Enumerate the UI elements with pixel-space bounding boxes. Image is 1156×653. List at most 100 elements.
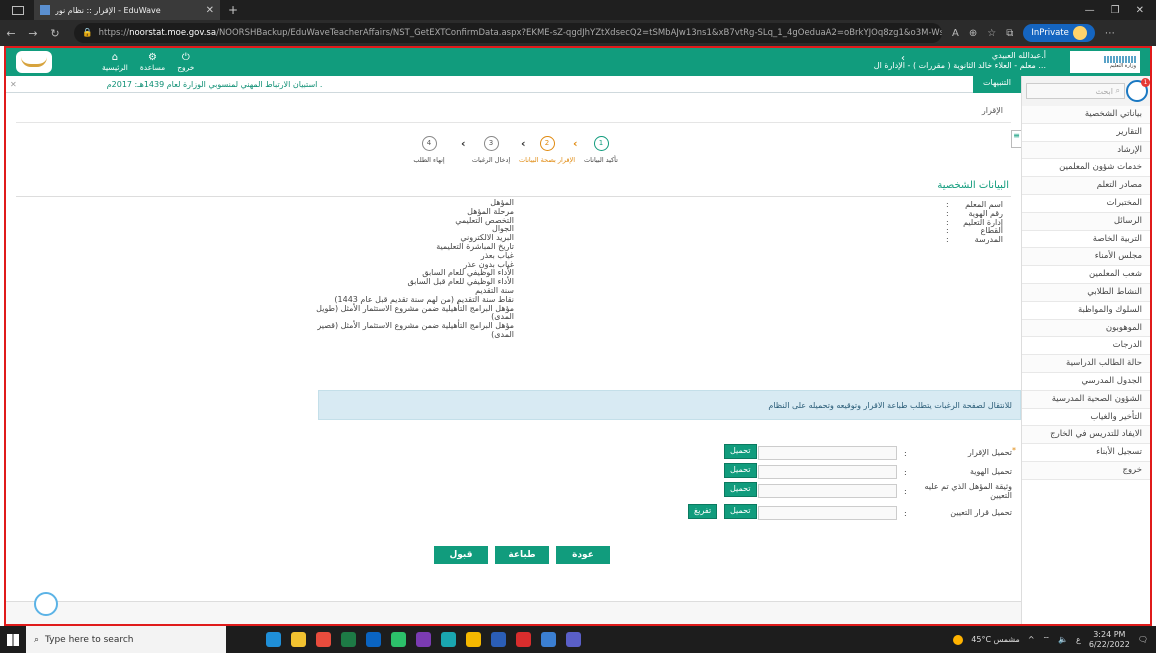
file-input[interactable] bbox=[758, 465, 897, 479]
sticky-notes-icon[interactable] bbox=[466, 632, 481, 647]
sidebar-menu: بياناتي الشخصية التقارير الإرشاد خدمات ش… bbox=[1022, 106, 1150, 480]
teams-app-icon[interactable] bbox=[566, 632, 581, 647]
sidebar-item[interactable]: مصادر التعلم bbox=[1022, 177, 1150, 195]
file-input[interactable] bbox=[758, 506, 897, 520]
sidebar-item[interactable]: المختبرات bbox=[1022, 195, 1150, 213]
new-tab-button[interactable]: + bbox=[228, 3, 238, 17]
upload-row-appointment: تحميل قرار التعيين : تحميل تفريغ bbox=[626, 503, 1016, 522]
collections-icon[interactable]: ⧉ bbox=[1006, 28, 1013, 39]
nav-home-label: الرئيسية bbox=[102, 63, 128, 72]
file-explorer-icon[interactable] bbox=[291, 632, 306, 647]
info-alert: للانتقال لصفحة الرغبات يتطلب طباعة الاقر… bbox=[318, 390, 1021, 420]
menu-toggle-icon[interactable]: ≡ bbox=[1011, 130, 1021, 148]
sidebar-item[interactable]: الدرجات bbox=[1022, 337, 1150, 356]
taskbar: ⌕ Type here to search 45°C مشمس ^ ⌔ 🔈 ع … bbox=[0, 626, 1156, 653]
forward-icon[interactable]: → bbox=[22, 27, 44, 40]
whatsapp-app-icon[interactable] bbox=[391, 632, 406, 647]
close-notification-icon[interactable]: ✕ bbox=[10, 80, 17, 89]
sidebar: ابحث ⌕ 1 بياناتي الشخصية التقارير الإرشا… bbox=[1021, 76, 1150, 624]
notifications-icon[interactable]: 🗨 bbox=[1138, 635, 1148, 644]
outlook-app-icon[interactable] bbox=[366, 632, 381, 647]
network-icon[interactable]: ⌔ bbox=[1043, 635, 1051, 645]
word-app-icon[interactable] bbox=[491, 632, 506, 647]
upload-button[interactable]: تحميل bbox=[724, 444, 757, 459]
taskbar-search[interactable]: ⌕ Type here to search bbox=[26, 626, 226, 653]
tab-actions-icon[interactable] bbox=[12, 5, 24, 15]
back-button[interactable]: عودة bbox=[556, 546, 610, 564]
step-label: إنهاء الطلب bbox=[413, 156, 445, 164]
chrome-app-icon[interactable] bbox=[316, 632, 331, 647]
more-icon[interactable]: ⋯ bbox=[1105, 28, 1115, 39]
print-button[interactable]: طباعة bbox=[495, 546, 549, 564]
sidebar-item[interactable]: تسجيل الأبناء bbox=[1022, 444, 1150, 462]
sidebar-item[interactable]: خروج bbox=[1022, 461, 1150, 480]
sidebar-item[interactable]: بياناتي الشخصية bbox=[1022, 106, 1150, 124]
windows-start-icon[interactable] bbox=[0, 626, 26, 653]
sidebar-item[interactable]: الشؤون الصحية المدرسية bbox=[1022, 390, 1150, 409]
inprivate-badge[interactable]: InPrivate bbox=[1023, 24, 1095, 42]
clock[interactable]: 3:24 PM 6/22/2022 bbox=[1089, 630, 1130, 650]
weather-text[interactable]: 45°C مشمس bbox=[971, 635, 1020, 644]
accept-button[interactable]: قبول bbox=[434, 546, 488, 564]
onenote-app-icon[interactable] bbox=[416, 632, 431, 647]
sidebar-item[interactable]: التأخير والغياب bbox=[1022, 409, 1150, 427]
taskbar-apps bbox=[266, 632, 581, 647]
nav-help[interactable]: ⚙ مساعدة bbox=[140, 52, 165, 72]
nav-home[interactable]: ⌂ الرئيسية bbox=[102, 52, 128, 72]
clock-date: 6/22/2022 bbox=[1088, 639, 1130, 649]
sidebar-item[interactable]: التقارير bbox=[1022, 124, 1150, 142]
app-icon[interactable] bbox=[541, 632, 556, 647]
photos-app-icon[interactable] bbox=[441, 632, 456, 647]
close-tab-icon[interactable]: ✕ bbox=[206, 5, 214, 16]
mascot-icon[interactable] bbox=[34, 592, 58, 616]
address-bar[interactable]: 🔒 https://noorstat.moe.gov.sa/NOORSHBack… bbox=[74, 23, 942, 43]
sidebar-item[interactable]: الموهوبون bbox=[1022, 319, 1150, 338]
sidebar-item[interactable]: الجدول المدرسي bbox=[1022, 373, 1150, 391]
zoom-icon[interactable]: ⊕ bbox=[969, 28, 977, 39]
volume-icon[interactable]: 🔈 bbox=[1058, 635, 1068, 644]
notification-message[interactable]: استبيان الارتباط المهني لمنسوبي الوزارة … bbox=[107, 80, 323, 89]
excel-app-icon[interactable] bbox=[341, 632, 356, 647]
edge-app-icon[interactable] bbox=[266, 632, 281, 647]
nav-logout[interactable]: ⏻ خروج bbox=[177, 52, 194, 72]
system-tray: 45°C مشمس ^ ⌔ 🔈 ع 3:24 PM 6/22/2022 🗨 bbox=[953, 630, 1156, 650]
wizard-steps: 4 إنهاء الطلب ‹ 3 إدخال الرغبات ‹ 2 الإقرار… bbox=[401, 136, 636, 176]
sidebar-item[interactable]: الايفاد للتدريس في الخارج bbox=[1022, 426, 1150, 445]
field-label: المدرسة bbox=[974, 235, 1003, 245]
language-indicator[interactable]: ع bbox=[1076, 635, 1081, 644]
sidebar-item[interactable]: حالة الطالب الدراسية bbox=[1022, 355, 1150, 373]
upload-button[interactable]: تحميل bbox=[724, 463, 757, 478]
power-icon: ⏻ bbox=[181, 52, 190, 63]
clear-button[interactable]: تفريغ bbox=[688, 504, 718, 519]
field-colons: : : : : : bbox=[946, 200, 949, 245]
back-icon[interactable]: ← bbox=[0, 27, 22, 40]
search-input[interactable]: ابحث ⌕ bbox=[1026, 83, 1125, 99]
read-aloud-icon[interactable]: A bbox=[952, 28, 959, 39]
restore-icon[interactable]: ❐ bbox=[1111, 5, 1120, 16]
sidebar-item[interactable]: التربية الخاصة bbox=[1022, 231, 1150, 249]
sidebar-item[interactable]: خدمات شؤون المعلمين bbox=[1022, 159, 1150, 178]
favorite-icon[interactable]: ☆ bbox=[987, 28, 996, 39]
upload-button[interactable]: تحميل bbox=[724, 482, 757, 497]
refresh-icon[interactable]: ↻ bbox=[44, 27, 66, 40]
sidebar-item[interactable]: شعب المعلمين bbox=[1022, 266, 1150, 284]
search-icon: ⌕ bbox=[1115, 86, 1120, 95]
file-input[interactable] bbox=[758, 484, 897, 498]
sidebar-item[interactable]: النشاط الطلابي bbox=[1022, 283, 1150, 302]
minimize-icon[interactable]: — bbox=[1085, 5, 1095, 16]
colon: : bbox=[904, 487, 907, 496]
sidebar-item[interactable]: الإرشاد bbox=[1022, 141, 1150, 160]
close-window-icon[interactable]: ✕ bbox=[1136, 5, 1144, 16]
upload-button[interactable]: تحميل bbox=[724, 504, 757, 519]
sidebar-item[interactable]: مجلس الأمناء bbox=[1022, 248, 1150, 267]
browser-tab[interactable]: الإقرار :: نظام نور - EduWave ✕ bbox=[34, 0, 220, 20]
home-icon: ⌂ bbox=[111, 52, 119, 63]
chevron-up-icon[interactable]: ^ bbox=[1028, 635, 1035, 644]
file-input[interactable] bbox=[758, 446, 897, 460]
field-label: مؤهل البرامج التأهيلية ضمن مشروع الاستثم… bbox=[317, 321, 514, 339]
notification-bar: ✕ استبيان الارتباط المهني لمنسوبي الوزار… bbox=[6, 75, 1021, 93]
acrobat-app-icon[interactable] bbox=[516, 632, 531, 647]
action-buttons: قبول طباعة عودة bbox=[434, 546, 610, 564]
sidebar-item[interactable]: الرسائل bbox=[1022, 212, 1150, 231]
sidebar-item[interactable]: السلوك والمواظبة bbox=[1022, 302, 1150, 320]
